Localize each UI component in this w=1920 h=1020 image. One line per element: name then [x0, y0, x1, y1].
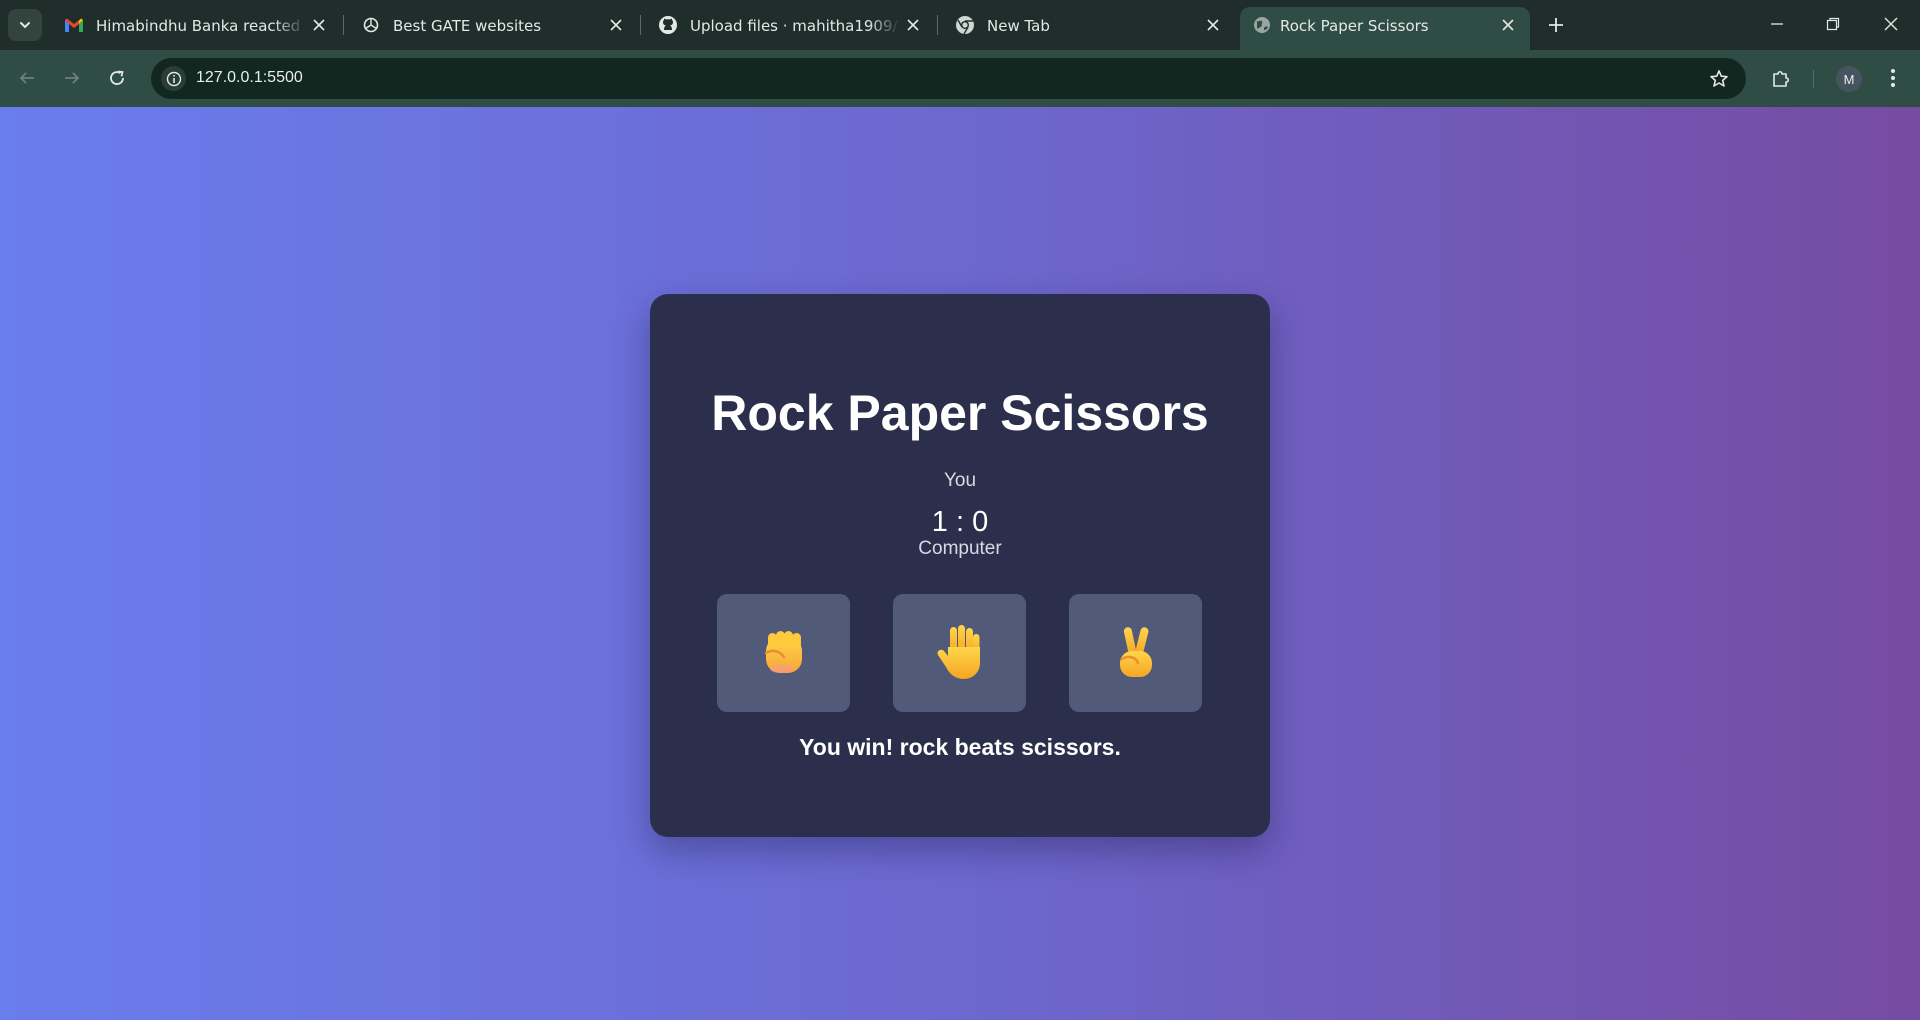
tab-separator [640, 15, 641, 35]
globe-icon [1252, 15, 1272, 35]
puzzle-icon [1773, 70, 1790, 87]
bookmark-star-icon[interactable] [1708, 68, 1730, 90]
computer-label: Computer [918, 538, 1002, 559]
scissors-button[interactable] [1069, 594, 1202, 712]
close-icon[interactable] [606, 15, 626, 35]
browser-toolbar: 127.0.0.1:5500 [0, 50, 1920, 107]
forward-button[interactable] [56, 62, 88, 94]
extensions-button[interactable] [1765, 62, 1797, 94]
tab-strip: Himabindhu Banka reacted to th Best GATE… [0, 0, 1920, 50]
menu-button[interactable] [1877, 62, 1909, 94]
address-bar[interactable]: 127.0.0.1:5500 [151, 58, 1746, 99]
tab-search-button[interactable] [8, 9, 42, 41]
result-message: You win! rock beats scissors. [799, 734, 1121, 760]
paper-button[interactable] [893, 594, 1026, 712]
tab-rock-paper-scissors[interactable]: Rock Paper Scissors [1240, 7, 1530, 50]
tab-separator [343, 15, 344, 35]
chatgpt-icon [361, 15, 381, 35]
minimize-icon [1771, 23, 1783, 25]
game-title: Rock Paper Scissors [711, 385, 1209, 441]
tab-separator [937, 15, 938, 35]
new-tab-button[interactable] [1543, 12, 1569, 38]
tab-github-upload-files[interactable]: Upload files · mahitha1909/Sim [646, 7, 931, 50]
minimize-button[interactable] [1762, 10, 1792, 38]
plus-icon [1549, 18, 1563, 32]
page-background: Rock Paper Scissors You 1 : 0 Computer Y… [0, 107, 1920, 1020]
close-icon [1884, 17, 1898, 31]
tab-title: New Tab [987, 17, 1050, 35]
player-label: You [943, 470, 977, 491]
rock-button[interactable] [717, 594, 850, 712]
reload-icon [110, 70, 124, 85]
tab-title: Upload files · mahitha1909/Sim [690, 17, 900, 35]
profile-avatar[interactable]: M [1836, 66, 1862, 92]
close-icon[interactable] [1498, 15, 1518, 35]
close-icon[interactable] [309, 15, 329, 35]
close-icon[interactable] [1203, 15, 1223, 35]
reload-button[interactable] [101, 62, 133, 94]
raised-hand-icon [937, 625, 980, 679]
score-display: 1 : 0 [931, 506, 989, 538]
github-icon [658, 15, 678, 35]
tab-title: Himabindhu Banka reacted to th [96, 17, 306, 35]
gmail-icon [64, 15, 84, 35]
chrome-icon [955, 15, 975, 35]
restore-icon [1826, 17, 1840, 31]
site-info-icon[interactable] [161, 66, 186, 91]
tab-title: Rock Paper Scissors [1280, 17, 1429, 35]
raised-fist-icon [764, 631, 802, 673]
url-text[interactable]: 127.0.0.1:5500 [196, 69, 303, 87]
more-vert-icon [1891, 69, 1895, 87]
arrow-right-icon [65, 72, 80, 84]
tab-title: Best GATE websites [393, 17, 542, 35]
close-icon[interactable] [903, 15, 923, 35]
chevron-down-icon [20, 22, 30, 29]
close-window-button[interactable] [1876, 10, 1906, 38]
game-card: Rock Paper Scissors You 1 : 0 Computer Y… [650, 294, 1270, 837]
toolbar-divider [1813, 70, 1814, 88]
back-button[interactable] [11, 62, 43, 94]
victory-hand-icon [1119, 627, 1152, 677]
tab-new-tab[interactable]: New Tab [943, 7, 1228, 50]
tab-best-gate-websites[interactable]: Best GATE websites [349, 7, 634, 50]
arrow-left-icon [19, 72, 34, 84]
choices-row [717, 594, 1203, 712]
tab-gmail[interactable]: Himabindhu Banka reacted to th [52, 7, 334, 50]
restore-button[interactable] [1818, 10, 1848, 38]
